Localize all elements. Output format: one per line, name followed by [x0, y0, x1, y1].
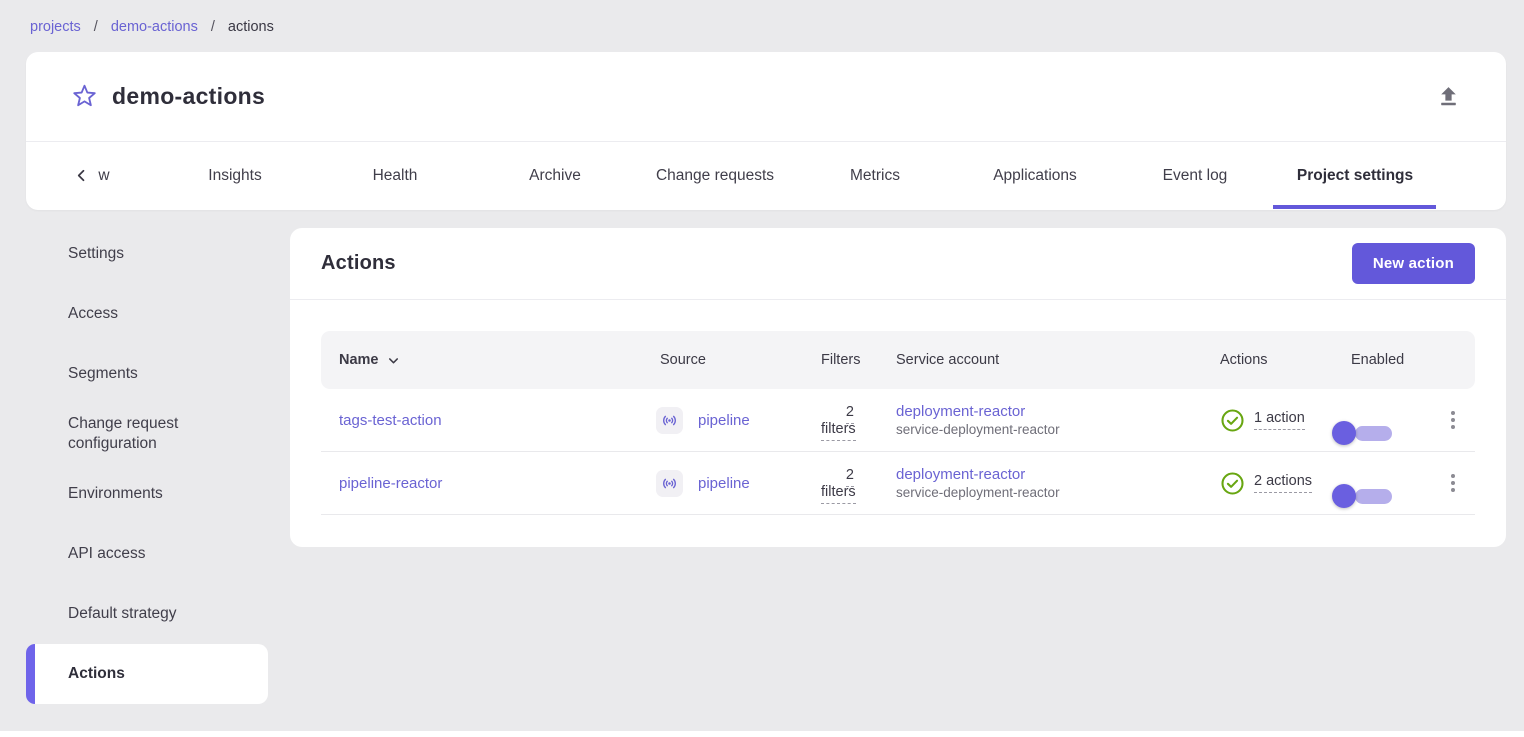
sidebar-item-label: Actions — [68, 664, 125, 684]
star-outline-icon — [71, 83, 98, 110]
filters-count[interactable]: 2 filters — [821, 467, 856, 504]
project-header-card: demo-actions w Insights Health Archive C… — [26, 52, 1506, 210]
column-header-name[interactable]: Name — [321, 352, 656, 368]
export-button[interactable] — [1433, 82, 1463, 112]
column-header-source: Source — [656, 352, 821, 368]
sidebar-item-settings[interactable]: Settings — [26, 224, 268, 284]
actions-count[interactable]: 2 actions — [1254, 473, 1312, 493]
service-account-link[interactable]: deployment-reactor — [896, 466, 1206, 483]
sort-chevron-down-icon — [386, 353, 401, 368]
tab-applications[interactable]: Applications — [993, 142, 1077, 209]
actions-panel: Actions New action Name Source Filters S… — [290, 228, 1506, 547]
active-tab-indicator — [1273, 205, 1436, 209]
chevron-left-icon — [72, 166, 91, 185]
kebab-icon — [1451, 411, 1455, 415]
table-header-row: Name Source Filters Service account Acti… — [321, 331, 1475, 389]
breadcrumb-project[interactable]: demo-actions — [111, 19, 198, 35]
settings-sidebar: Settings Access Segments Change request … — [26, 224, 268, 704]
row-menu-button[interactable] — [1446, 469, 1460, 497]
project-tabs: w Insights Health Archive Change request… — [26, 142, 1506, 209]
tab-archive[interactable]: Archive — [529, 142, 581, 209]
tab-metrics[interactable]: Metrics — [850, 142, 900, 209]
breadcrumb-separator: / — [211, 19, 215, 35]
column-header-service-account: Service account — [866, 352, 1206, 368]
sidebar-item-environments[interactable]: Environments — [26, 464, 268, 524]
column-header-actions: Actions — [1206, 352, 1341, 368]
sidebar-item-api-access[interactable]: API access — [26, 524, 268, 584]
tab-change-requests[interactable]: Change requests — [656, 142, 774, 209]
service-account-id: service-deployment-reactor — [896, 485, 1206, 500]
action-name-link[interactable]: pipeline-reactor — [339, 475, 442, 492]
breadcrumb: projects / demo-actions / actions — [30, 19, 274, 35]
action-name-link[interactable]: tags-test-action — [339, 412, 442, 429]
new-action-button[interactable]: New action — [1352, 243, 1475, 284]
sidebar-item-actions[interactable]: Actions — [26, 644, 268, 704]
sidebar-item-default-strategy[interactable]: Default strategy — [26, 584, 268, 644]
check-circle-icon — [1220, 471, 1245, 496]
check-circle-icon — [1220, 408, 1245, 433]
favorite-star-button[interactable] — [69, 82, 99, 112]
project-title: demo-actions — [112, 83, 265, 110]
panel-header: Actions New action — [290, 228, 1506, 300]
breadcrumb-projects[interactable]: projects — [30, 19, 81, 35]
kebab-icon — [1451, 474, 1455, 478]
sidebar-item-change-request-configuration[interactable]: Change request configuration — [26, 404, 268, 464]
source-type-link[interactable]: pipeline — [698, 412, 750, 429]
upload-icon — [1436, 84, 1461, 109]
sidebar-item-segments[interactable]: Segments — [26, 344, 268, 404]
signal-source-icon — [656, 470, 683, 497]
source-type-link[interactable]: pipeline — [698, 475, 750, 492]
tab-overview-partial[interactable]: w — [98, 142, 109, 209]
actions-count[interactable]: 1 action — [1254, 410, 1305, 430]
breadcrumb-current: actions — [228, 19, 274, 35]
tab-health[interactable]: Health — [373, 142, 418, 209]
project-title-row: demo-actions — [26, 52, 1506, 142]
panel-title: Actions — [321, 252, 396, 275]
tab-scroll-left-button[interactable] — [70, 165, 92, 187]
service-account-link[interactable]: deployment-reactor — [896, 403, 1206, 420]
row-menu-button[interactable] — [1446, 406, 1460, 434]
table-row: pipeline-reactor pipeline 2 filters depl… — [321, 452, 1475, 515]
tab-project-settings[interactable]: Project settings — [1297, 142, 1413, 209]
filters-count[interactable]: 2 filters — [821, 404, 856, 441]
bottom-edge-strip — [0, 731, 1524, 737]
service-account-id: service-deployment-reactor — [896, 422, 1206, 437]
breadcrumb-separator: / — [94, 19, 98, 35]
table-row: tags-test-action pipeline 2 filters depl… — [321, 389, 1475, 452]
column-header-filters: Filters — [821, 352, 866, 368]
tab-insights[interactable]: Insights — [208, 142, 261, 209]
tab-event-log[interactable]: Event log — [1163, 142, 1228, 209]
active-item-bar — [26, 644, 35, 704]
column-header-enabled: Enabled — [1341, 352, 1431, 368]
signal-source-icon — [656, 407, 683, 434]
sidebar-item-access[interactable]: Access — [26, 284, 268, 344]
actions-table: Name Source Filters Service account Acti… — [321, 331, 1475, 515]
